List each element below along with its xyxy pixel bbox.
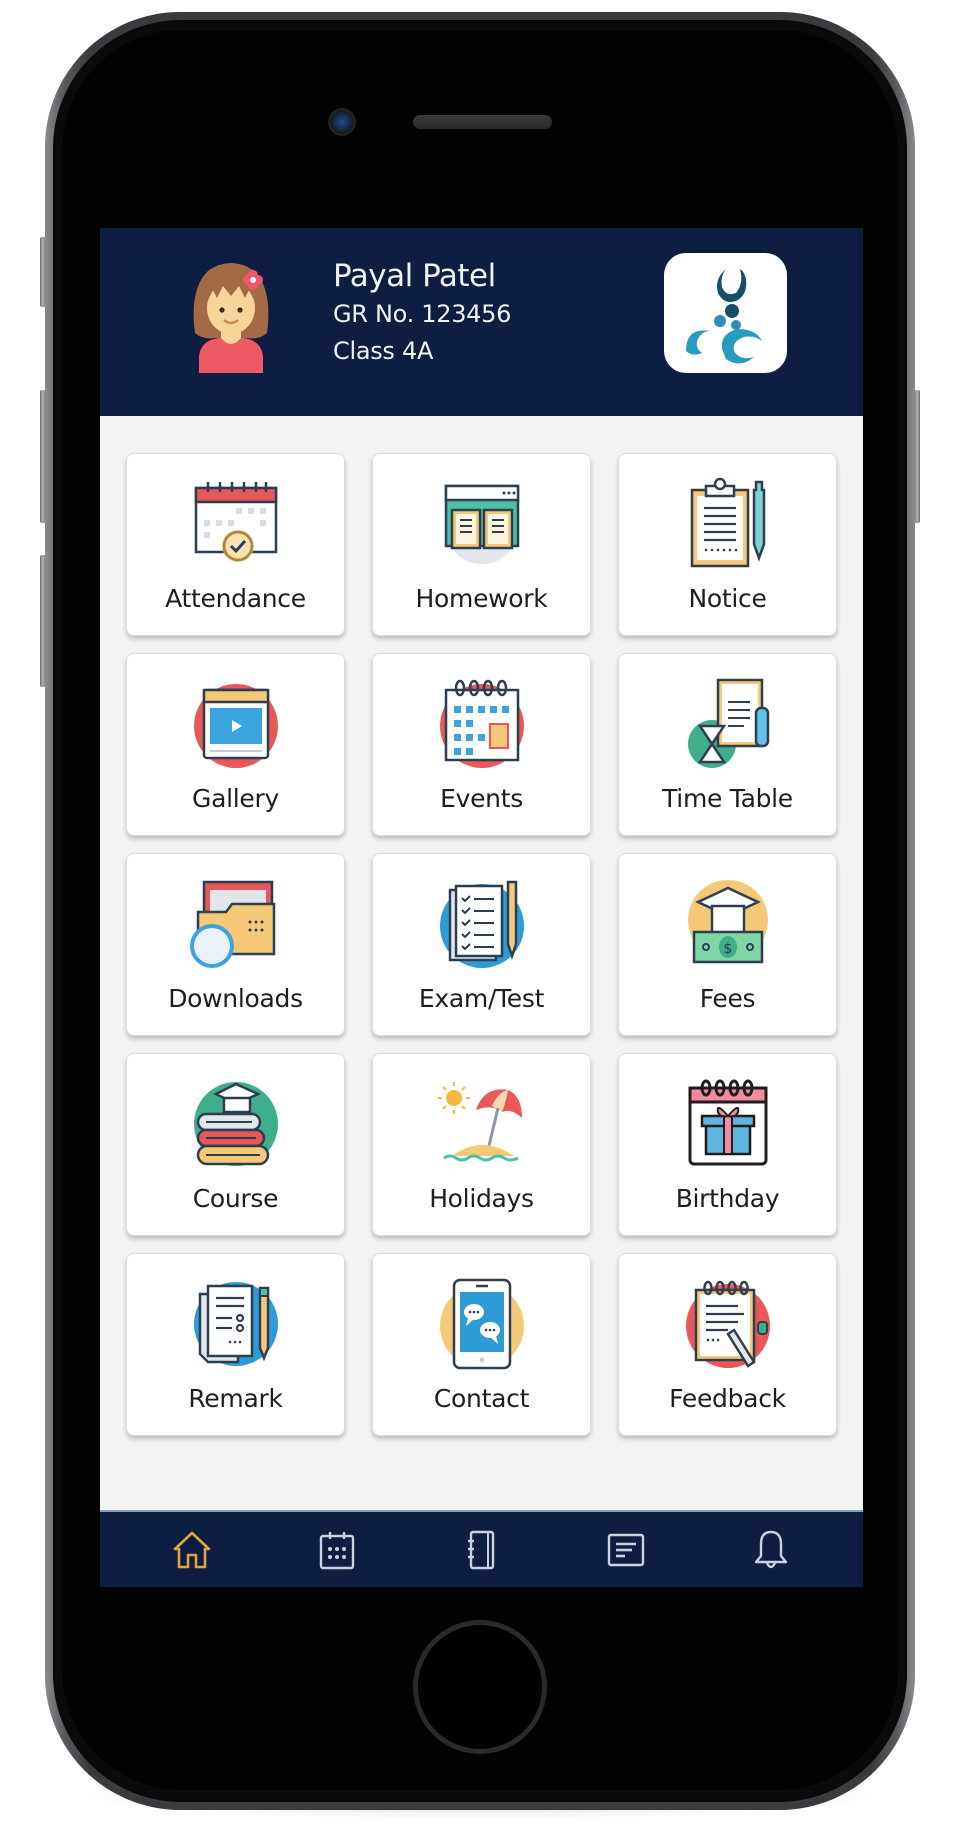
tile-label: Contact [433, 1384, 530, 1413]
school-logo[interactable] [664, 253, 787, 373]
bell-icon [754, 1530, 787, 1568]
graduation-money-icon: $ [688, 880, 768, 964]
tile-label: Homework [415, 584, 548, 613]
tile-contact[interactable]: Contact [372, 1253, 591, 1436]
document-pencil-icon [194, 1282, 278, 1366]
tile-exam-test[interactable]: Exam/Test [372, 853, 591, 1036]
home-button[interactable] [413, 1620, 547, 1754]
profile-header: Payal Patel GR No. 123456 Class 4A [100, 228, 863, 416]
calendar-icon [319, 1531, 355, 1569]
calendar-check-icon [194, 482, 278, 562]
nav-calendar[interactable] [307, 1520, 367, 1580]
tile-homework[interactable]: Homework [372, 453, 591, 636]
svg-text:$: $ [724, 941, 733, 957]
folder-download-icon [190, 880, 276, 968]
feature-grid: Attendance Homework Notice Gallery Event… [126, 453, 838, 1436]
gift-calendar-icon [688, 1079, 768, 1166]
front-camera [328, 108, 356, 136]
tile-notice[interactable]: Notice [618, 453, 837, 636]
home-icon [173, 1531, 211, 1568]
nav-notes[interactable] [596, 1520, 656, 1580]
tile-holidays[interactable]: Holidays [372, 1053, 591, 1236]
girl-avatar-icon[interactable] [187, 258, 275, 373]
tile-time-table[interactable]: Time Table [618, 653, 837, 836]
app-screen: Payal Patel GR No. 123456 Class 4A Atten… [100, 228, 863, 1587]
event-calendar-icon [440, 679, 524, 768]
open-book-icon [444, 484, 520, 564]
tile-label: Birthday [675, 1184, 780, 1213]
tile-label: Events [440, 784, 523, 813]
bottom-nav [100, 1510, 863, 1587]
notebook-icon [468, 1530, 495, 1569]
earpiece-speaker [413, 115, 552, 129]
video-player-icon [194, 684, 278, 768]
tile-downloads[interactable]: Downloads [126, 853, 345, 1036]
clipboard-pen-icon [690, 477, 766, 568]
tile-label: Fees [699, 984, 756, 1013]
tile-label: Gallery [192, 784, 279, 813]
tile-label: Remark [188, 1384, 283, 1413]
tile-remark[interactable]: Remark [126, 1253, 345, 1436]
tile-birthday[interactable]: Birthday [618, 1053, 837, 1236]
tile-course[interactable]: Course [126, 1053, 345, 1236]
checklist-pen-icon [440, 880, 524, 968]
nav-home[interactable] [162, 1520, 222, 1580]
school-logo-icon [686, 269, 762, 364]
tile-label: Time Table [662, 784, 793, 813]
nav-notebook[interactable] [451, 1520, 511, 1580]
profile-info: Payal Patel GR No. 123456 Class 4A [333, 256, 511, 370]
tile-feedback[interactable]: Feedback [618, 1253, 837, 1436]
tile-label: Notice [688, 584, 767, 613]
tablet-chat-icon [440, 1278, 524, 1370]
tile-fees[interactable]: $ Fees [618, 853, 837, 1036]
books-stack-icon [194, 1082, 278, 1166]
tile-attendance[interactable]: Attendance [126, 453, 345, 636]
student-name: Payal Patel [333, 258, 496, 294]
beach-umbrella-icon [438, 1082, 522, 1162]
tile-label: Feedback [669, 1384, 786, 1413]
tile-events[interactable]: Events [372, 653, 591, 836]
notes-icon [607, 1533, 645, 1566]
tile-label: Exam/Test [418, 984, 545, 1013]
tile-label: Attendance [165, 584, 306, 613]
nav-notifications[interactable] [741, 1520, 801, 1580]
tile-label: Downloads [168, 984, 303, 1013]
class-label: Class 4A [333, 337, 434, 365]
gr-number: GR No. 123456 [333, 300, 512, 328]
tile-gallery[interactable]: Gallery [126, 653, 345, 836]
hourglass-schedule-icon [688, 678, 770, 768]
tile-label: Course [192, 1184, 279, 1213]
tile-label: Holidays [429, 1184, 534, 1213]
notepad-pen-icon [686, 1280, 770, 1368]
